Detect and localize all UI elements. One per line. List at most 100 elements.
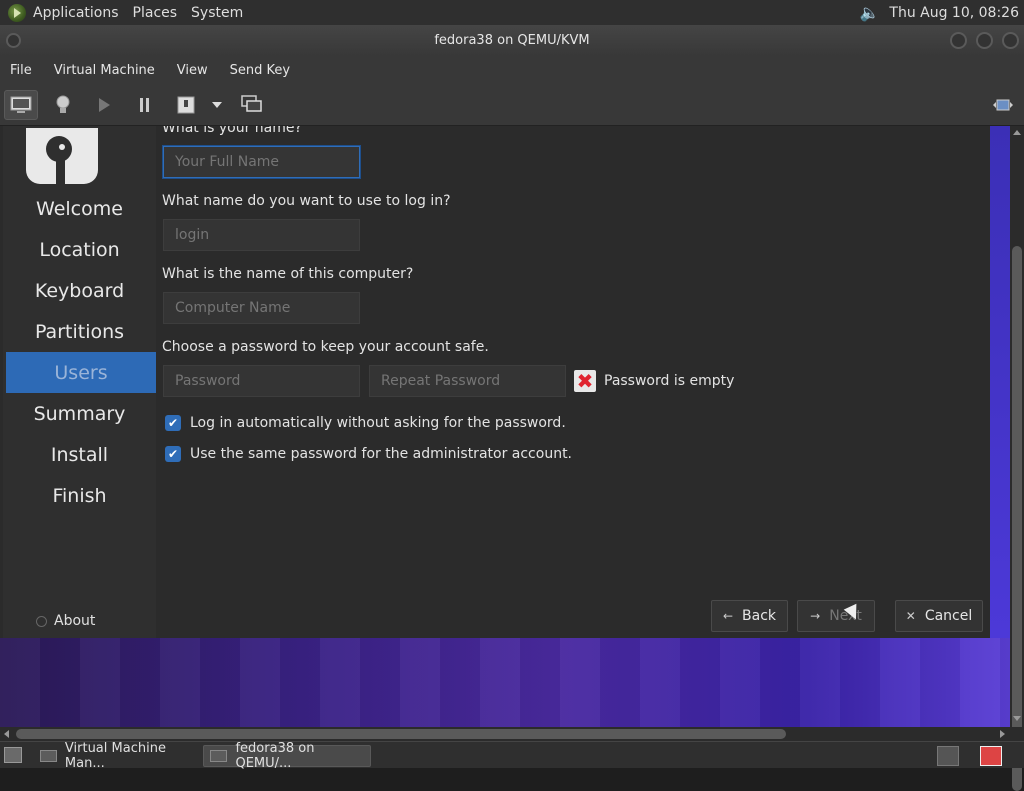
cancel-label: Cancel <box>924 608 973 624</box>
clock[interactable]: Thu Aug 10, 08:26 <box>889 5 1019 21</box>
sidebar-item-finish: Finish <box>52 484 107 507</box>
close-button[interactable] <box>1002 32 1019 49</box>
top-panel: Applications Places System 🔈 Thu Aug 10,… <box>0 0 1024 25</box>
scroll-corner <box>1010 727 1024 741</box>
password-input[interactable] <box>175 373 359 389</box>
about-label: About <box>54 613 96 629</box>
sidebar-item-location: Location <box>39 238 120 261</box>
about-button[interactable]: About <box>36 613 95 629</box>
login-field[interactable] <box>163 219 360 251</box>
login-question: What name do you want to use to log in? <box>162 193 451 209</box>
monitor-icon <box>10 96 32 113</box>
sidebar-item-welcome: Welcome <box>36 197 123 220</box>
wallpaper-strip <box>990 126 1010 638</box>
back-button[interactable]: ← Back <box>711 600 788 632</box>
workspace-switcher-icon[interactable] <box>937 746 959 766</box>
run-button[interactable] <box>94 92 114 118</box>
play-icon <box>99 98 110 112</box>
scroll-right-icon[interactable] <box>1000 730 1005 738</box>
full-name-input[interactable] <box>175 154 359 170</box>
sidebar-item-users: Users <box>6 352 156 393</box>
same-password-checkbox[interactable]: ✔ <box>165 446 181 462</box>
horizontal-scrollbar[interactable] <box>0 727 1010 741</box>
next-button[interactable]: → Next <box>797 600 875 632</box>
power-icon <box>177 96 195 114</box>
back-label: Back <box>742 608 777 624</box>
error-icon: ✖ <box>574 370 596 392</box>
repeat-password-field[interactable] <box>369 365 566 397</box>
screens-icon <box>241 95 262 112</box>
vm-window-icon <box>210 750 228 762</box>
menu-file[interactable]: File <box>10 63 32 78</box>
password-field[interactable] <box>163 365 360 397</box>
menu-applications[interactable]: Applications <box>33 5 119 21</box>
maximize-button[interactable] <box>976 32 993 49</box>
computer-question: What is the name of this computer? <box>162 266 414 282</box>
task-label: Virtual Machine Man... <box>64 741 166 771</box>
toolbar <box>0 84 1024 126</box>
task-label: fedora38 on QEMU/... <box>235 741 315 771</box>
login-input[interactable] <box>175 227 359 243</box>
menu-system[interactable]: System <box>191 5 243 21</box>
sidebar-item-summary: Summary <box>33 402 126 425</box>
horizontal-scroll-thumb[interactable] <box>16 729 786 739</box>
fullscreen-icon <box>993 99 1013 111</box>
arrow-left-icon: ← <box>722 609 734 623</box>
menu-send-key[interactable]: Send Key <box>230 63 290 78</box>
arrow-right-icon: → <box>810 609 821 623</box>
sidebar-item-partitions: Partitions <box>34 320 125 343</box>
window-menu-icon[interactable] <box>6 33 21 48</box>
show-desktop-icon[interactable] <box>4 747 22 763</box>
name-question: What is your name? <box>162 126 302 136</box>
installer-sidebar: Welcome Location Keyboard Partitions Use… <box>3 126 156 638</box>
shutdown-button[interactable] <box>176 92 196 118</box>
same-password-label: Use the same password for the administra… <box>190 446 573 462</box>
password-question: Choose a password to keep your account s… <box>162 339 489 355</box>
users-page: What is your name? What name do you want… <box>156 126 990 638</box>
full-name-field[interactable] <box>163 146 360 178</box>
cancel-button[interactable]: ✕ Cancel <box>895 600 983 632</box>
vm-manager-icon <box>40 750 57 762</box>
scroll-left-icon[interactable] <box>4 730 9 738</box>
sidebar-item-keyboard: Keyboard <box>34 279 125 302</box>
menu-view[interactable]: View <box>177 63 208 78</box>
snapshots-button[interactable] <box>240 92 264 118</box>
fullscreen-button[interactable] <box>992 92 1014 118</box>
auto-login-label: Log in automatically without asking for … <box>190 415 566 431</box>
auto-login-checkbox[interactable]: ✔ <box>165 415 181 431</box>
computer-name-input[interactable] <box>175 300 359 316</box>
menu-places[interactable]: Places <box>133 5 178 21</box>
applications-icon[interactable] <box>8 3 26 22</box>
task-fedora38[interactable]: fedora38 on QEMU/... <box>203 741 371 771</box>
lightbulb-icon <box>56 95 70 113</box>
password-error-text: Password is empty <box>604 373 735 389</box>
menubar: File Virtual Machine View Send Key <box>0 56 1024 84</box>
chevron-down-icon <box>212 102 222 108</box>
same-password-checkbox-row[interactable]: ✔ Use the same password for the administ… <box>165 446 572 462</box>
close-icon: ✕ <box>905 609 916 623</box>
details-button[interactable] <box>52 92 74 118</box>
info-icon <box>36 615 47 627</box>
sidebar-item-install: Install <box>50 443 109 466</box>
volume-icon[interactable]: 🔈 <box>859 3 879 22</box>
vm-display[interactable]: Welcome Location Keyboard Partitions Use… <box>0 126 1010 727</box>
window-title: fedora38 on QEMU/KVM <box>434 33 590 48</box>
console-button[interactable] <box>4 90 38 120</box>
menu-virtual-machine[interactable]: Virtual Machine <box>54 63 155 78</box>
minimize-button[interactable] <box>950 32 967 49</box>
scroll-up-icon[interactable] <box>1013 130 1021 135</box>
task-virtual-machine-manager[interactable]: Virtual Machine Man... <box>34 741 200 771</box>
scroll-down-icon[interactable] <box>1013 716 1021 721</box>
browser-tray-icon[interactable] <box>980 746 1002 766</box>
desktop-wallpaper <box>0 638 1010 727</box>
pause-button[interactable] <box>135 92 155 118</box>
repeat-password-input[interactable] <box>381 373 565 389</box>
vertical-scroll-thumb[interactable] <box>1012 246 1022 791</box>
pause-icon <box>140 98 149 112</box>
computer-name-field[interactable] <box>163 292 360 324</box>
shutdown-menu-button[interactable] <box>209 92 225 118</box>
vertical-scrollbar[interactable] <box>1010 126 1024 791</box>
window-titlebar[interactable]: fedora38 on QEMU/KVM <box>0 25 1024 56</box>
auto-login-checkbox-row[interactable]: ✔ Log in automatically without asking fo… <box>165 415 566 431</box>
bottom-panel: Virtual Machine Man... fedora38 on QEMU/… <box>0 741 1024 771</box>
